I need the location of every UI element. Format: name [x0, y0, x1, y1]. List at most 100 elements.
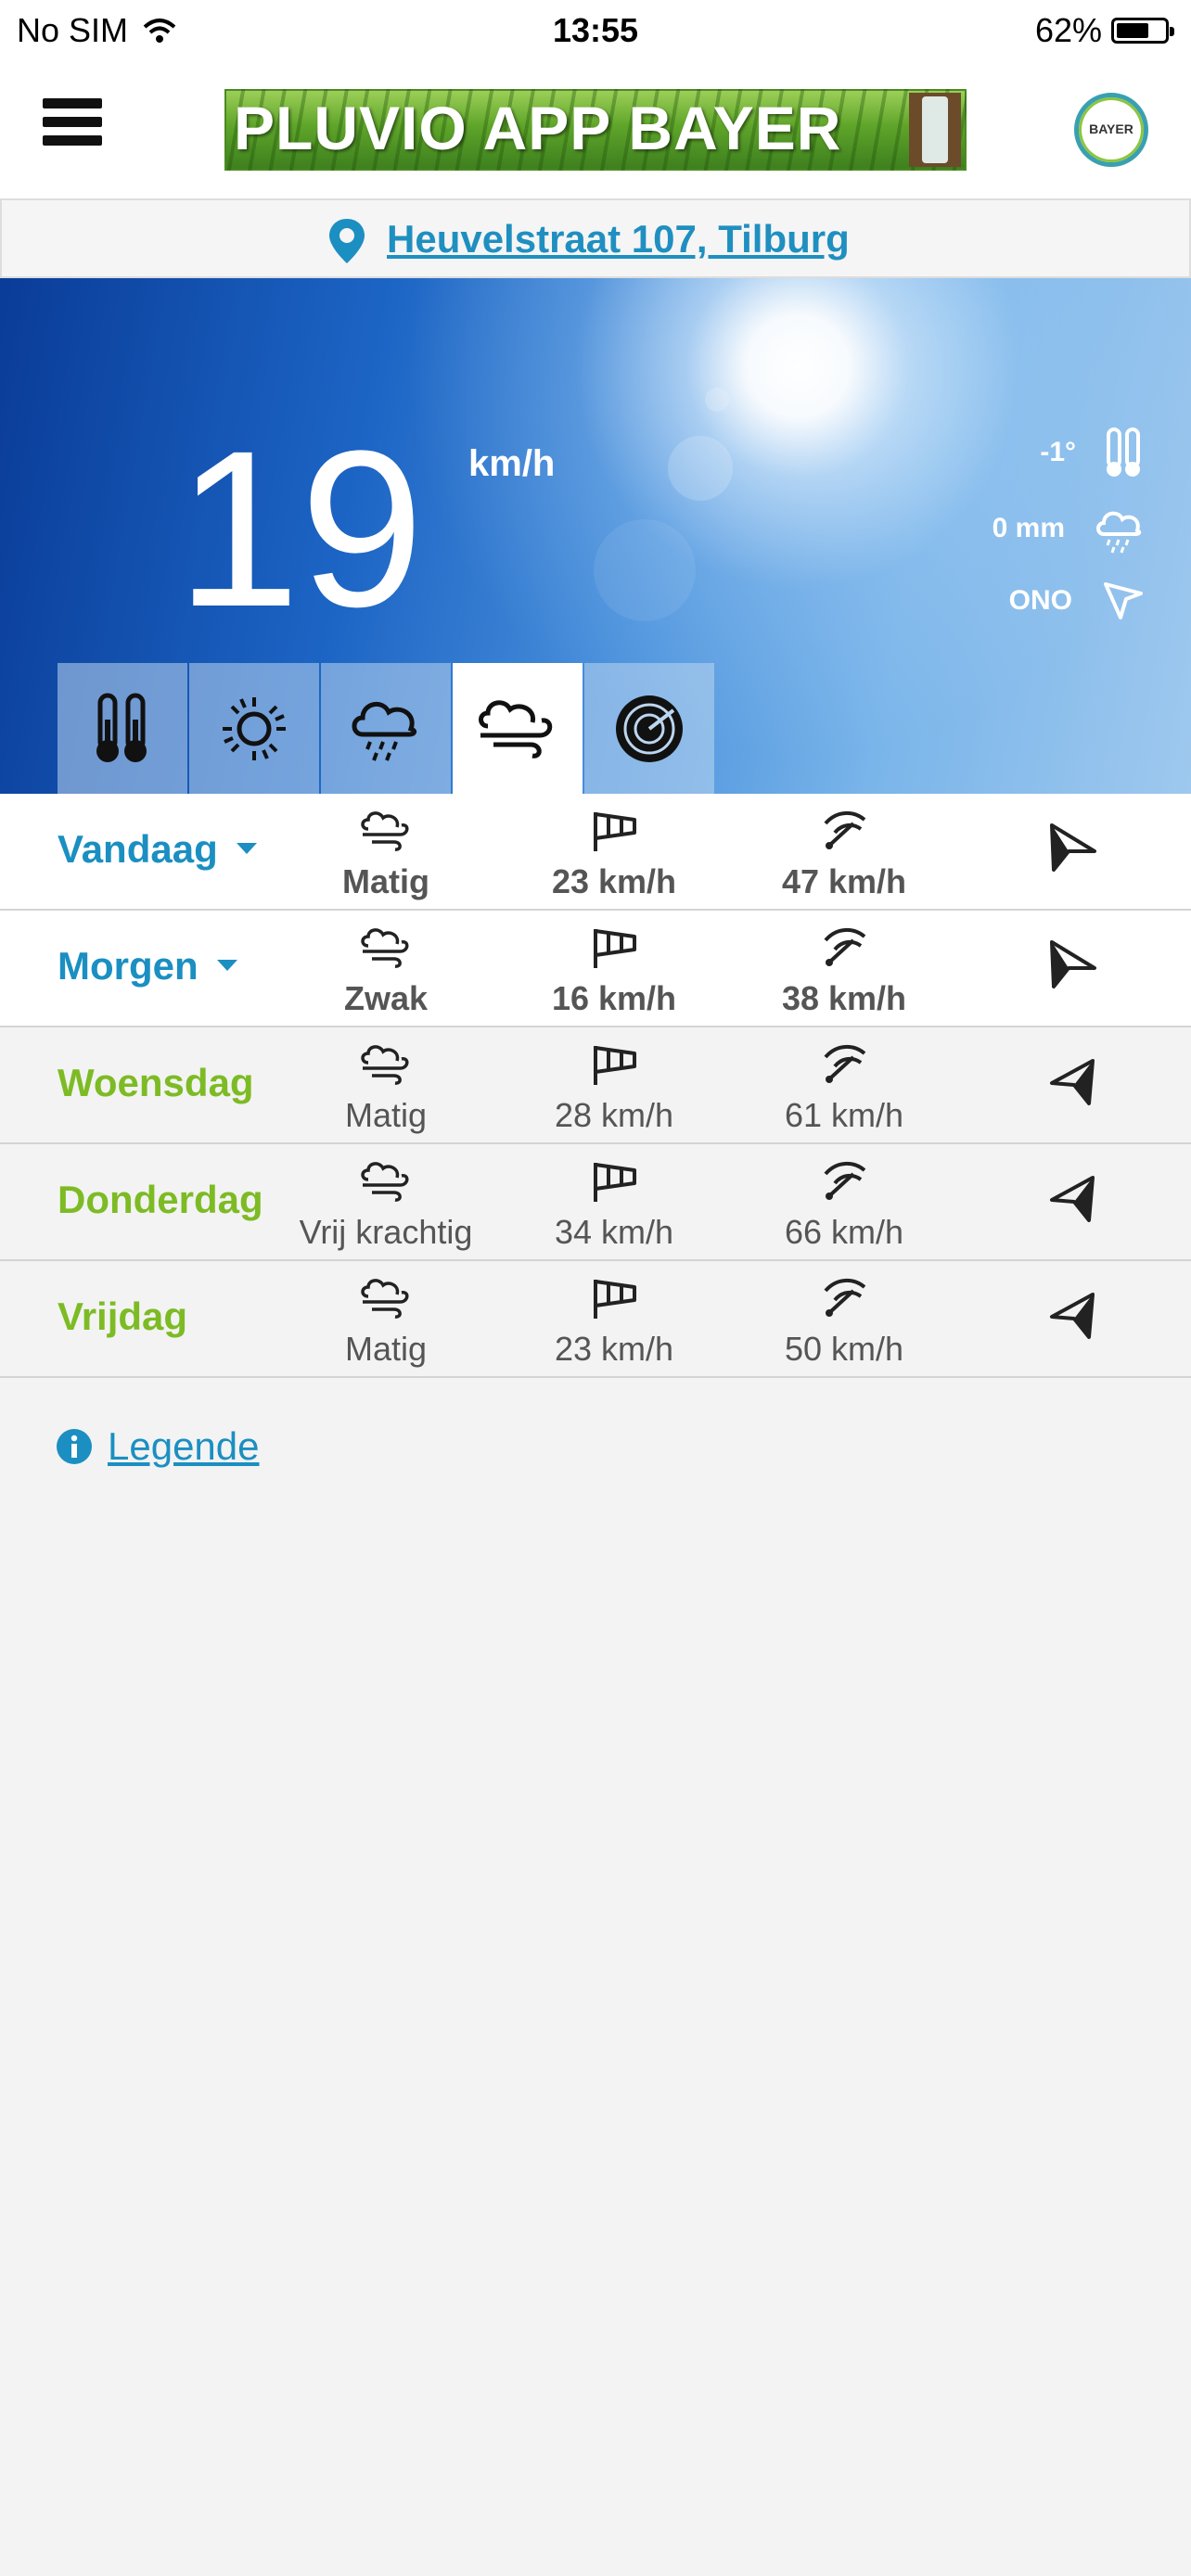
windsock-icon	[594, 929, 636, 968]
wind-average: 23 km/h	[503, 1276, 725, 1369]
wind-icon	[361, 811, 409, 851]
tab-radar[interactable]	[584, 663, 714, 794]
wind-average: 16 km/h	[503, 925, 725, 1018]
wind-direction	[1046, 822, 1098, 878]
forecast-day: Donderdag	[58, 1178, 263, 1222]
side-rain-value: 0 mm	[992, 513, 1065, 543]
forecast-table: Vandaag Matig 23 km/h 47 km/h Morgen Zwak 16 k…	[0, 794, 1191, 1378]
rain-cloud-icon	[352, 701, 417, 761]
wind-strength: Matig	[275, 1276, 497, 1369]
side-temperature: -1°	[1040, 427, 1145, 478]
sun-icon	[223, 696, 286, 760]
battery-percent: 62%	[1034, 11, 1102, 49]
forecast-day[interactable]: Morgen	[58, 944, 237, 988]
forecast-day[interactable]: Vandaag	[58, 827, 257, 872]
thermometer-icon	[96, 693, 147, 762]
wind-gust-icon	[824, 1045, 866, 1083]
bayer-logo-text: BAYER	[1089, 121, 1133, 136]
wind-icon	[361, 1279, 409, 1319]
thermometer-icon	[1107, 427, 1140, 477]
wind-direction-icon	[1050, 1293, 1095, 1339]
wind-direction-icon	[1050, 940, 1096, 988]
wind-average: 34 km/h	[503, 1159, 725, 1252]
windsock-icon	[594, 1046, 636, 1085]
wind-average: 23 km/h	[503, 809, 725, 901]
day-label: Vrijdag	[58, 1294, 188, 1338]
wind-strength: Zwak	[275, 925, 497, 1018]
day-label: Morgen	[58, 944, 198, 988]
bayer-logo: BAYER	[1074, 93, 1148, 167]
wind-strength-label: Matig	[344, 1096, 428, 1134]
side-direction-value: ONO	[1008, 585, 1072, 616]
weather-hero: 19 km/h -1° 0 mm ONO	[0, 278, 1191, 794]
wind-average-value: 23 km/h	[551, 862, 677, 900]
dropdown-caret-icon[interactable]	[216, 959, 237, 971]
wind-gust-value: 66 km/h	[784, 1213, 904, 1251]
wind-gust-icon	[824, 1162, 866, 1200]
forecast-row[interactable]: Morgen Zwak 16 km/h 38 km/h	[0, 911, 1191, 1027]
forecast-row: Donderdag Vrij krachtig 34 km/h 66 km/h	[0, 1144, 1191, 1261]
day-label: Donderdag	[58, 1178, 263, 1221]
forecast-row[interactable]: Vandaag Matig 23 km/h 47 km/h	[0, 794, 1191, 911]
forecast-row: Woensdag Matig 28 km/h 61 km/h	[0, 1027, 1191, 1144]
location-link[interactable]: Heuvelstraat 107, Tilburg	[387, 217, 850, 261]
wind-direction	[1046, 1055, 1098, 1112]
tab-rain[interactable]	[321, 663, 451, 794]
wind-strength: Vrij krachtig	[275, 1159, 497, 1252]
radar-icon	[616, 695, 683, 762]
side-rain: 0 mm	[992, 503, 1145, 555]
wind-direction-icon	[1050, 1176, 1095, 1222]
windsock-icon	[594, 812, 636, 851]
current-wind-speed: 19	[176, 404, 424, 653]
windsock-icon	[594, 1280, 636, 1319]
banner-title: PLUVIO APP BAYER	[234, 94, 842, 162]
legend-link[interactable]: Legende	[56, 1424, 260, 1469]
wind-gust: 50 km/h	[733, 1276, 955, 1369]
location-pin-icon	[329, 219, 365, 263]
wind-gust: 61 km/h	[733, 1042, 955, 1135]
forecast-row: Vrijdag Matig 23 km/h 50 km/h	[0, 1261, 1191, 1378]
app-header: PLUVIO APP BAYER BAYER	[0, 61, 1191, 198]
status-bar: No SIM 13:55 62%	[0, 0, 1191, 61]
dropdown-caret-icon[interactable]	[236, 842, 257, 854]
wind-gust-value: 50 km/h	[784, 1330, 904, 1368]
wind-average-value: 28 km/h	[554, 1096, 674, 1134]
wind-average-value: 23 km/h	[554, 1330, 674, 1368]
wind-direction-icon	[1050, 1059, 1095, 1105]
wind-gust-value: 47 km/h	[781, 862, 907, 900]
day-label: Woensdag	[58, 1061, 254, 1104]
wind-average-value: 16 km/h	[551, 979, 677, 1017]
tab-temperature[interactable]	[58, 663, 187, 794]
wind-direction	[1046, 1172, 1098, 1229]
wind-average: 28 km/h	[503, 1042, 725, 1135]
side-temperature-value: -1°	[1040, 437, 1076, 467]
tab-wind[interactable]	[453, 663, 583, 794]
wind-direction-icon	[1050, 823, 1096, 872]
menu-button[interactable]	[43, 98, 102, 152]
wind-strength-label: Matig	[342, 862, 429, 900]
wind-average-value: 34 km/h	[554, 1213, 674, 1251]
wind-gust: 47 km/h	[733, 809, 955, 901]
rain-cloud-icon	[1096, 511, 1142, 554]
wind-strength-label: Matig	[344, 1330, 428, 1368]
wind-strength: Matig	[275, 809, 497, 901]
app-banner[interactable]: PLUVIO APP BAYER	[224, 89, 967, 171]
day-label: Vandaag	[58, 827, 218, 871]
wind-gust-icon	[824, 1279, 866, 1317]
wind-gust: 38 km/h	[733, 925, 955, 1018]
wind-gust-value: 61 km/h	[784, 1096, 904, 1134]
wind-icon	[361, 928, 409, 968]
wind-gust-value: 38 km/h	[781, 979, 907, 1017]
forecast-day: Woensdag	[58, 1061, 254, 1105]
rain-gauge-image	[909, 93, 961, 167]
weather-type-tabs	[58, 663, 716, 794]
tab-sun[interactable]	[189, 663, 319, 794]
windsock-icon	[594, 1163, 636, 1202]
wind-icon	[361, 1162, 409, 1202]
legend-label: Legende	[108, 1424, 260, 1468]
wind-direction	[1046, 938, 1098, 995]
wind-icon	[479, 699, 553, 759]
wind-gust-icon	[824, 811, 866, 849]
wind-strength: Matig	[275, 1042, 497, 1135]
direction-arrow-icon	[1104, 582, 1143, 619]
